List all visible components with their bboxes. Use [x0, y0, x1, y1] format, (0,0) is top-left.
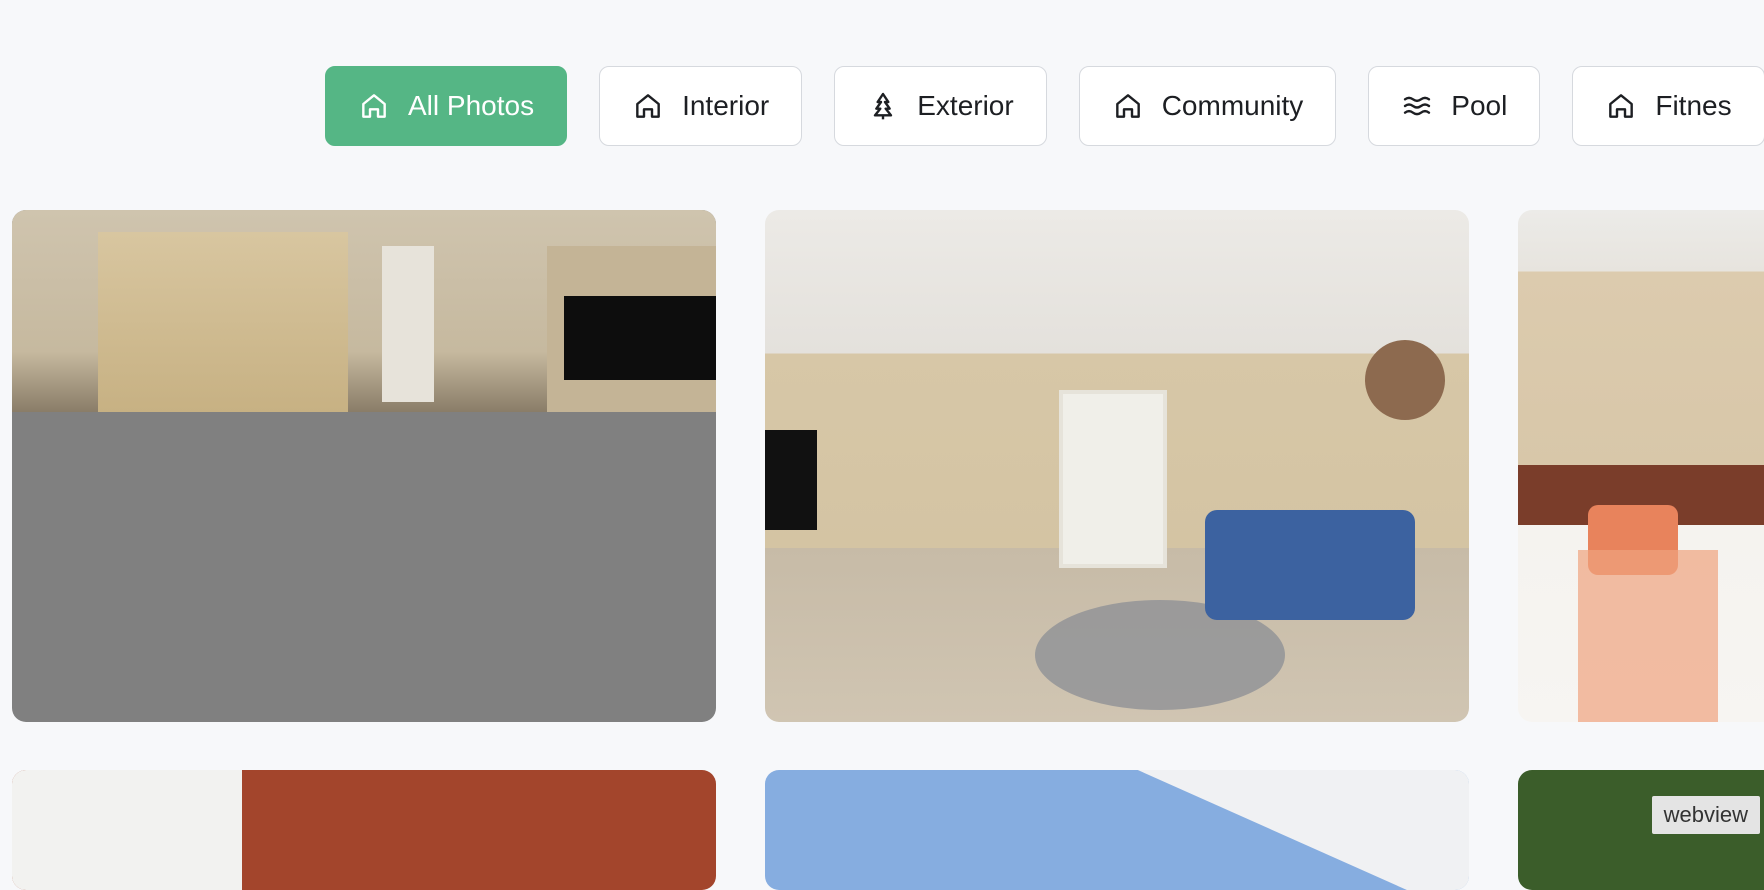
home-icon [358, 90, 390, 122]
filter-label: Interior [682, 90, 770, 121]
photo-filter-bar: All Photos Interior Exterior Community P… [325, 66, 1764, 146]
filter-label: Fitnes [1655, 90, 1732, 121]
photo-pool-pergola[interactable] [765, 770, 1469, 890]
filter-pool-button[interactable]: Pool [1368, 66, 1541, 146]
filter-label: Pool [1451, 90, 1508, 121]
french-door [1059, 390, 1167, 568]
photo-loaded-portion [12, 210, 716, 412]
filter-all-photos-button[interactable]: All Photos [325, 66, 568, 146]
filter-label: All Photos [408, 90, 535, 121]
filter-community-button[interactable]: Community [1078, 66, 1337, 146]
photo-living-room[interactable] [765, 210, 1469, 722]
filter-exterior-button[interactable]: Exterior [834, 66, 1047, 146]
webview-badge: webview [1651, 796, 1760, 834]
filter-fitness-button[interactable]: Fitnes [1572, 66, 1764, 146]
photo-living-dining[interactable] [12, 210, 716, 722]
curtain [12, 770, 242, 890]
throw-blanket [1578, 550, 1718, 722]
tree-icon [867, 90, 899, 122]
pergola-canopy [1137, 770, 1469, 890]
filter-label: Community [1161, 90, 1304, 121]
home-icon [1112, 90, 1144, 122]
sofa [1205, 510, 1415, 620]
sunburst-mirror [1365, 340, 1445, 420]
television [765, 430, 817, 530]
waves-icon [1401, 90, 1433, 122]
photo-bedroom[interactable] [1518, 210, 1764, 722]
photo-patio[interactable] [12, 770, 716, 890]
home-icon [1605, 90, 1637, 122]
television [564, 296, 716, 380]
filter-interior-button[interactable]: Interior [599, 66, 803, 146]
filter-label: Exterior [917, 90, 1014, 121]
door [382, 246, 434, 402]
home-icon [632, 90, 664, 122]
dining-area [98, 232, 348, 412]
